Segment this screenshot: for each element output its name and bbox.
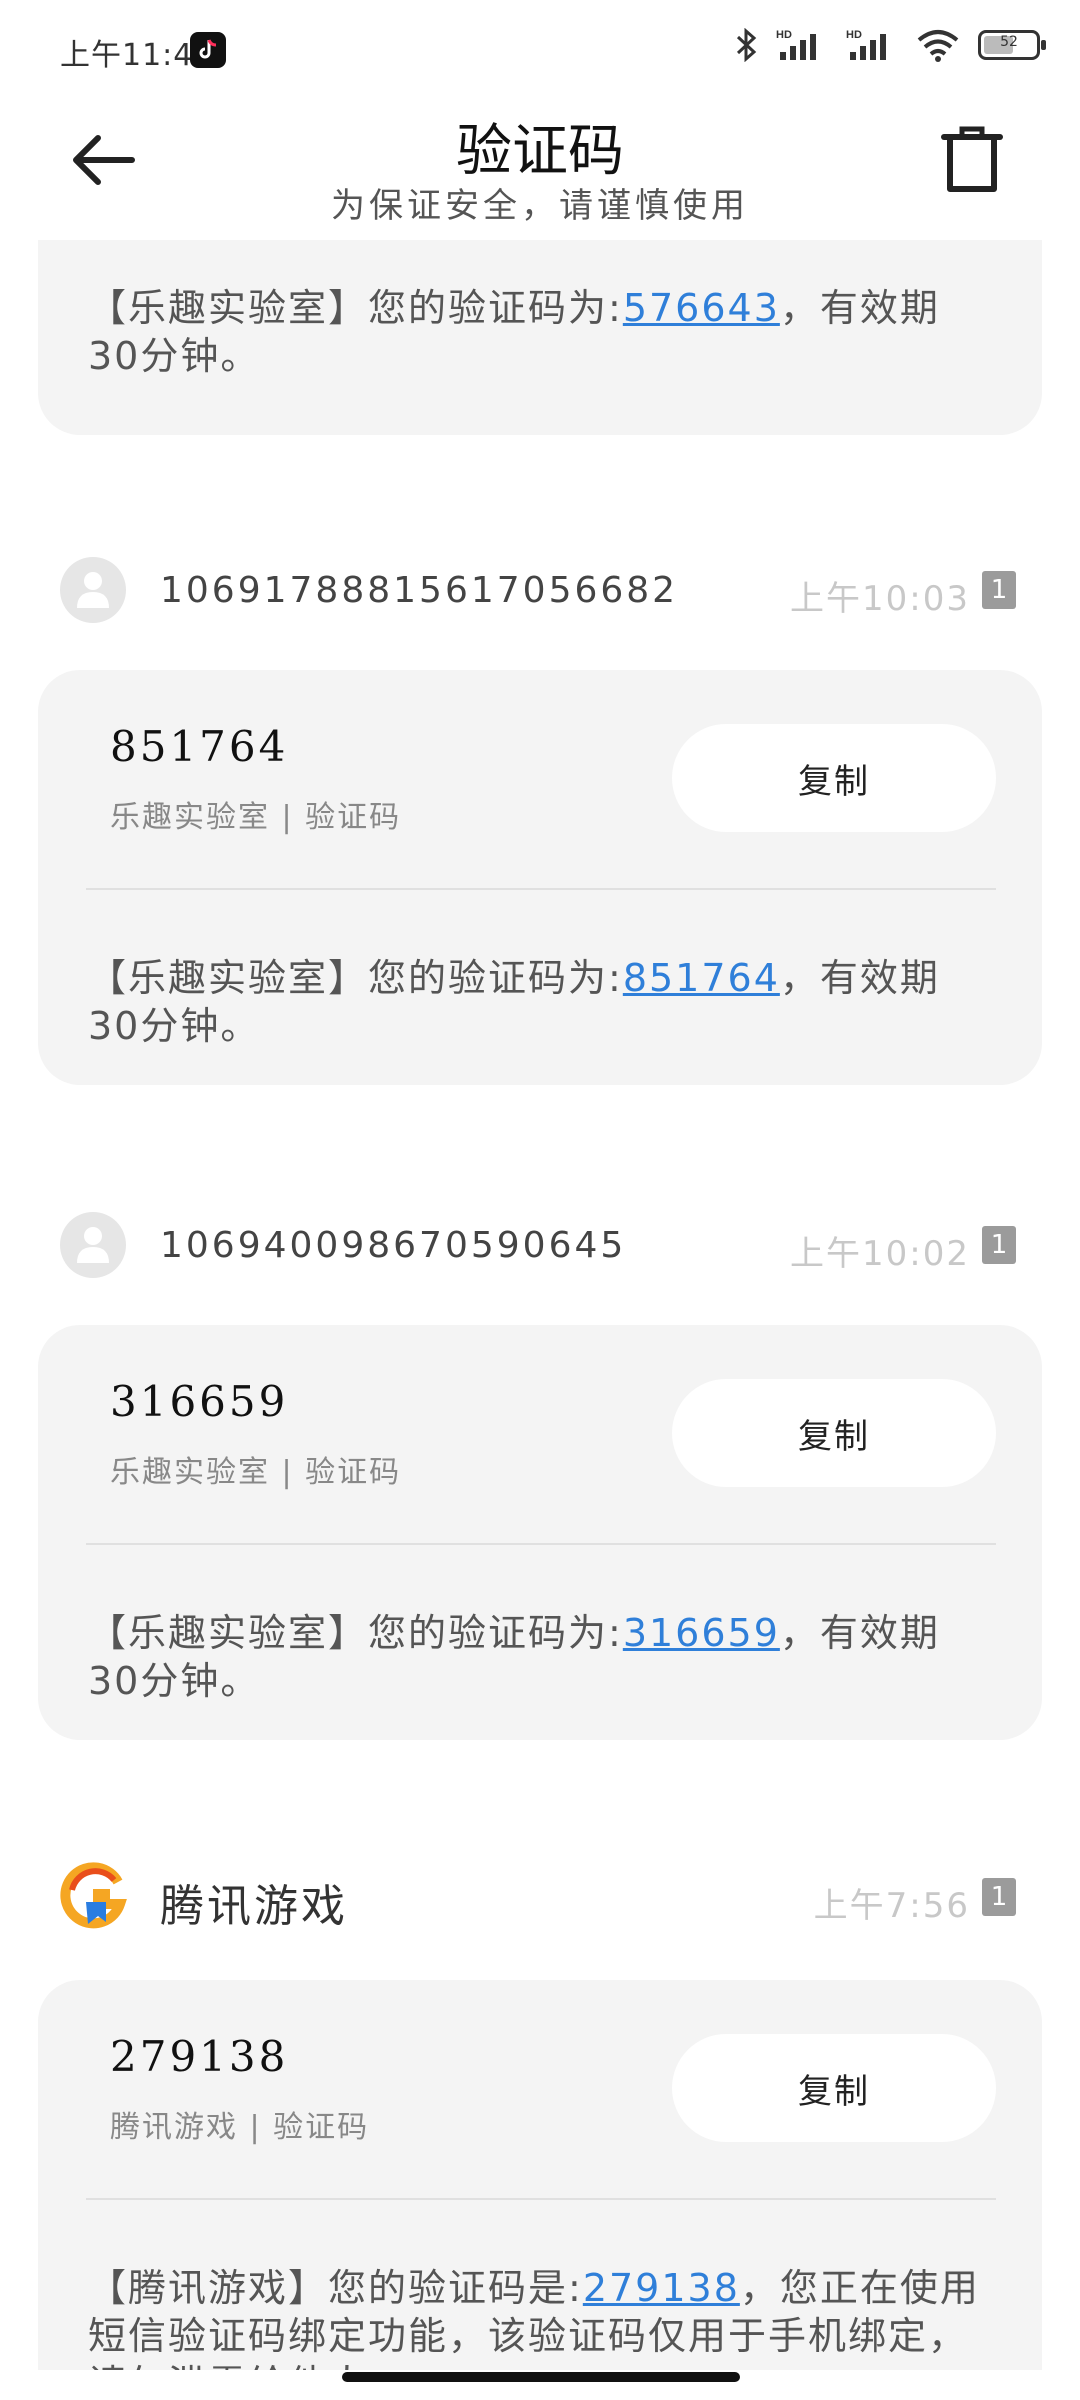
svg-text:HD: HD [846,29,862,41]
code-source: 乐趣实验室 | 验证码 [110,1455,402,1490]
person-icon [77,1227,109,1263]
code-value: 316659 [110,1377,289,1426]
divider [86,1543,996,1545]
sender-name: 10691788815617056682 [160,570,679,611]
message-time: 上午7:56 [813,1886,970,1926]
copy-button[interactable]: 复制 [672,724,996,832]
status-icons: HD HD 52 [734,28,1046,62]
sim-badge: 1 [982,571,1016,609]
sender-name: 腾讯游戏 [160,1881,348,1932]
bluetooth-icon [736,28,757,62]
sim-badge: 1 [982,1226,1016,1264]
message-time: 上午10:02 [790,1234,970,1274]
code-value: 279138 [110,2032,289,2081]
tiktok-icon [190,32,226,68]
message-card: 851764 乐趣实验室 | 验证码 复制 【乐趣实验室】您的验证码为:8517… [38,670,1042,1085]
sender-row[interactable]: 腾讯游戏 上午7:56 1 [0,1852,1080,1942]
divider [86,2198,996,2200]
message-card: 279138 腾讯游戏 | 验证码 复制 【腾讯游戏】您的验证码是:279138… [38,1980,1042,2370]
delete-button[interactable] [940,125,1020,205]
page-subtitle: 为保证安全，请谨慎使用 [331,186,749,226]
avatar [60,1212,126,1278]
person-icon [77,572,109,608]
battery-level: 52 [1000,34,1018,50]
avatar [60,557,126,623]
message-card: 316659 乐趣实验室 | 验证码 复制 【乐趣实验室】您的验证码为:3166… [38,1325,1042,1740]
sender-name: 106940098670590645 [160,1225,627,1266]
battery-icon: 52 [978,30,1046,60]
message-text[interactable]: 【乐趣实验室】您的验证码为:576643，有效期30分钟。 [88,284,992,380]
code-source: 乐趣实验室 | 验证码 [110,800,402,835]
message-text[interactable]: 【乐趣实验室】您的验证码为:316659，有效期30分钟。 [88,1609,992,1705]
status-bar: 上午11:47 HD HD 52 [0,0,1080,100]
sim-badge: 1 [982,1878,1016,1916]
code-value: 851764 [110,722,289,771]
copy-button[interactable]: 复制 [672,2034,996,2142]
code-link[interactable]: 316659 [623,1611,780,1655]
sender-row[interactable]: 106940098670590645 上午10:02 1 [0,1200,1080,1290]
home-indicator[interactable] [342,2372,740,2382]
message-time: 上午10:03 [790,579,970,619]
message-text[interactable]: 【乐趣实验室】您的验证码为:851764，有效期30分钟。 [88,954,992,1050]
message-card: 【乐趣实验室】您的验证码为:576643，有效期30分钟。 [38,240,1042,435]
code-link[interactable]: 279138 [583,2266,740,2310]
trash-icon [941,126,1003,192]
code-link[interactable]: 851764 [623,956,780,1000]
message-text[interactable]: 【腾讯游戏】您的验证码是:279138，您正在使用短信验证码绑定功能，该验证码仅… [88,2264,992,2370]
sender-row[interactable]: 10691788815617056682 上午10:03 1 [0,545,1080,635]
page-title: 验证码 [456,119,624,184]
message-list[interactable]: 【乐趣实验室】您的验证码为:576643，有效期30分钟。 1069178881… [0,240,1080,2370]
copy-button[interactable]: 复制 [672,1379,996,1487]
signal-hd-icon: HD [776,29,816,60]
code-source: 腾讯游戏 | 验证码 [110,2110,370,2145]
signal-hd-icon: HD [846,29,886,60]
wifi-icon [917,30,959,62]
code-link[interactable]: 576643 [623,286,780,330]
tencent-games-logo [60,1862,128,1930]
header: 验证码 为保证安全，请谨慎使用 [0,100,1080,240]
svg-text:HD: HD [776,29,792,41]
divider [86,888,996,890]
